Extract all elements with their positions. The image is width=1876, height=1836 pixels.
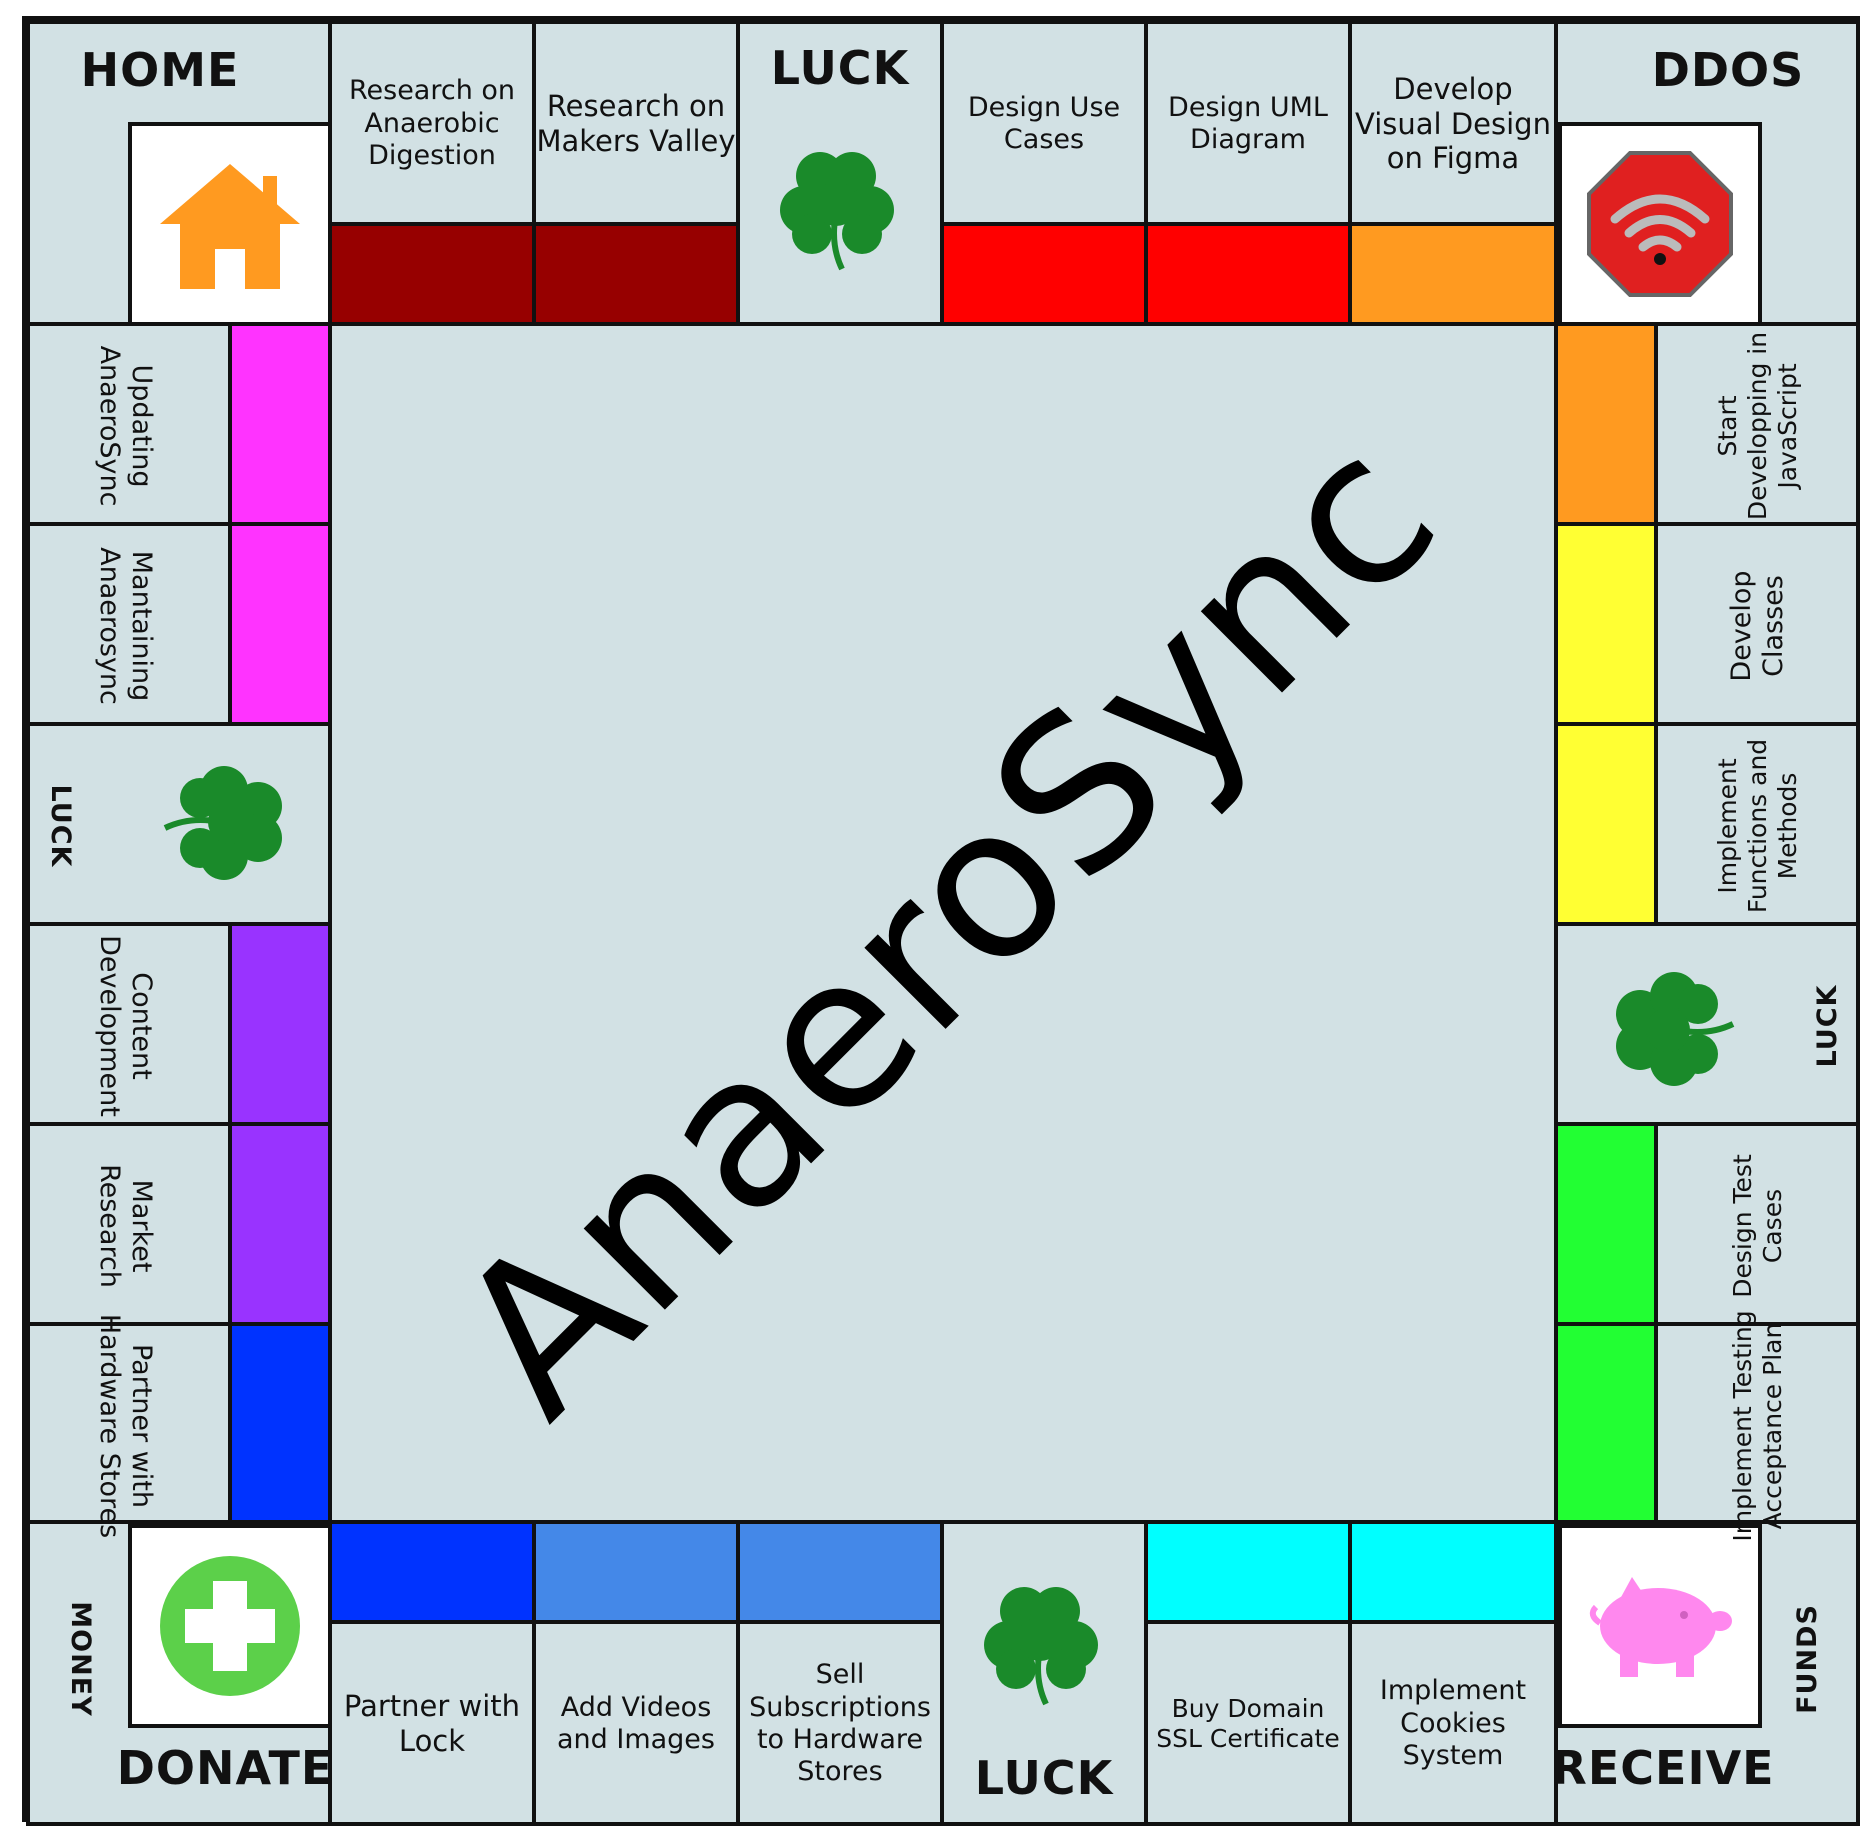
color-band (1554, 522, 1658, 726)
space-right-5[interactable]: Implement Testing Acceptance Plan (1554, 1310, 1860, 1542)
medical-cross-icon (160, 1556, 300, 1696)
color-band (228, 1122, 332, 1326)
space-label: Start Developping in JavaScript (1713, 331, 1802, 521)
piggy-bank-icon (1589, 1577, 1732, 1677)
space-top-3[interactable]: Design Use Cases (940, 20, 1148, 326)
color-band (532, 222, 740, 326)
color-band (228, 922, 332, 1126)
space-label: Market Research (94, 1164, 158, 1288)
home-icon-box (128, 122, 332, 326)
color-band (1348, 222, 1558, 326)
house-icon (160, 164, 300, 289)
space-left-5[interactable]: Partner with Hardware Stores (26, 1314, 332, 1538)
corner-home[interactable]: HOME (26, 20, 332, 326)
space-top-2[interactable]: Research on Makers Valley (532, 20, 740, 326)
space-label: Content Development (94, 935, 158, 1117)
corner-receive[interactable]: FUNDS RECEIVE (1551, 1520, 1860, 1826)
space-label: Develop Visual Design on Figma (1355, 71, 1551, 176)
space-right-2[interactable]: Develop Classes (1554, 522, 1860, 726)
color-band (228, 522, 332, 726)
corner-receive-label: RECEIVE (1551, 1741, 1775, 1796)
luck-label: LUCK (974, 1751, 1114, 1806)
space-bottom-2[interactable]: Add Videos and Images (532, 1520, 740, 1826)
space-label: Buy Domain SSL Certificate (1156, 1694, 1340, 1753)
space-label: Implement Testing Acceptance Plan (1728, 1310, 1787, 1542)
shamrock-icon (163, 766, 282, 880)
color-band (1144, 1520, 1352, 1624)
color-band (1554, 1122, 1658, 1326)
space-label: Sell Subscriptions to Hardware Stores (749, 1659, 931, 1788)
corner-donate-label: DONATE (116, 1741, 334, 1796)
color-band (1144, 222, 1352, 326)
space-bottom-5[interactable]: Implement Cookies System (1348, 1520, 1558, 1826)
corner-ddos-label: DDOS (1651, 43, 1805, 98)
space-bottom-3[interactable]: Sell Subscriptions to Hardware Stores (736, 1520, 944, 1826)
ddos-icon-box (1558, 122, 1762, 326)
space-right-3[interactable]: Implement Functions and Methods (1554, 722, 1860, 926)
space-top-luck[interactable]: LUCK (736, 20, 944, 326)
space-label: Add Videos and Images (556, 1691, 715, 1755)
space-label: Mantaining Anaerosync (94, 547, 158, 705)
space-right-luck[interactable]: LUCK (1554, 922, 1860, 1126)
space-top-4[interactable]: Design UML Diagram (1144, 20, 1352, 326)
board-title-text: AnaeroSync (410, 389, 1482, 1461)
color-band (940, 222, 1148, 326)
shamrock-icon (984, 1587, 1098, 1706)
space-label: Design Use Cases (967, 91, 1121, 155)
board-title: AnaeroSync (331, 325, 1561, 1525)
color-band (228, 322, 332, 526)
luck-label: LUCK (770, 41, 910, 96)
space-left-1[interactable]: Updating AnaeroSync (26, 322, 332, 526)
space-label: Partner with Hardware Stores (94, 1313, 158, 1539)
luck-label: LUCK (1811, 984, 1843, 1068)
donate-icon-box (128, 1524, 332, 1728)
game-board: HOME DDOS MONEY DONATE FUNDS RECEIVE Res… (22, 16, 1860, 1826)
space-left-4[interactable]: Market Research (26, 1122, 332, 1326)
color-band (1348, 1520, 1558, 1624)
color-band (328, 222, 536, 326)
space-bottom-4[interactable]: Buy Domain SSL Certificate (1144, 1520, 1352, 1826)
space-top-1[interactable]: Research on Anaerobic Digestion (328, 20, 536, 326)
color-band (736, 1520, 944, 1624)
space-left-3[interactable]: Content Development (26, 922, 332, 1126)
corner-ddos[interactable]: DDOS (1554, 20, 1860, 326)
space-left-2[interactable]: Mantaining Anaerosync (26, 522, 332, 726)
receive-icon-box (1558, 1524, 1762, 1728)
color-band (328, 1520, 536, 1624)
space-label: Develop Classes (1725, 570, 1789, 682)
space-label: Design UML Diagram (1168, 91, 1328, 155)
color-band (532, 1520, 740, 1624)
space-label: Design Test Cases (1728, 1154, 1787, 1298)
space-right-4[interactable]: Design Test Cases (1554, 1122, 1860, 1326)
space-label: Implement Functions and Methods (1713, 738, 1802, 914)
space-label: Updating AnaeroSync (94, 345, 158, 507)
space-label: Implement Cookies System (1379, 1675, 1527, 1772)
space-label: Research on Anaerobic Digestion (348, 75, 516, 172)
color-band (1554, 1322, 1658, 1524)
space-label: Partner with Lock (343, 1689, 521, 1758)
space-right-1[interactable]: Start Developping in JavaScript (1554, 322, 1860, 526)
corner-money-label: MONEY (65, 1601, 97, 1717)
corner-funds-label: FUNDS (1791, 1604, 1823, 1714)
wifi-stop-icon (1587, 151, 1733, 297)
corner-donate[interactable]: MONEY DONATE (26, 1520, 332, 1826)
space-left-luck[interactable]: LUCK (26, 722, 332, 926)
color-band (1554, 322, 1658, 526)
luck-label: LUCK (45, 784, 77, 868)
shamrock-icon (1616, 972, 1735, 1086)
space-bottom-1[interactable]: Partner with Lock (328, 1520, 536, 1826)
color-band (228, 1322, 332, 1524)
space-bottom-luck[interactable]: LUCK (940, 1520, 1148, 1826)
space-top-5[interactable]: Develop Visual Design on Figma (1348, 20, 1558, 326)
corner-home-label: HOME (80, 43, 240, 98)
space-label: Research on Makers Valley (536, 89, 736, 158)
color-band (1554, 722, 1658, 926)
shamrock-icon (780, 152, 894, 271)
